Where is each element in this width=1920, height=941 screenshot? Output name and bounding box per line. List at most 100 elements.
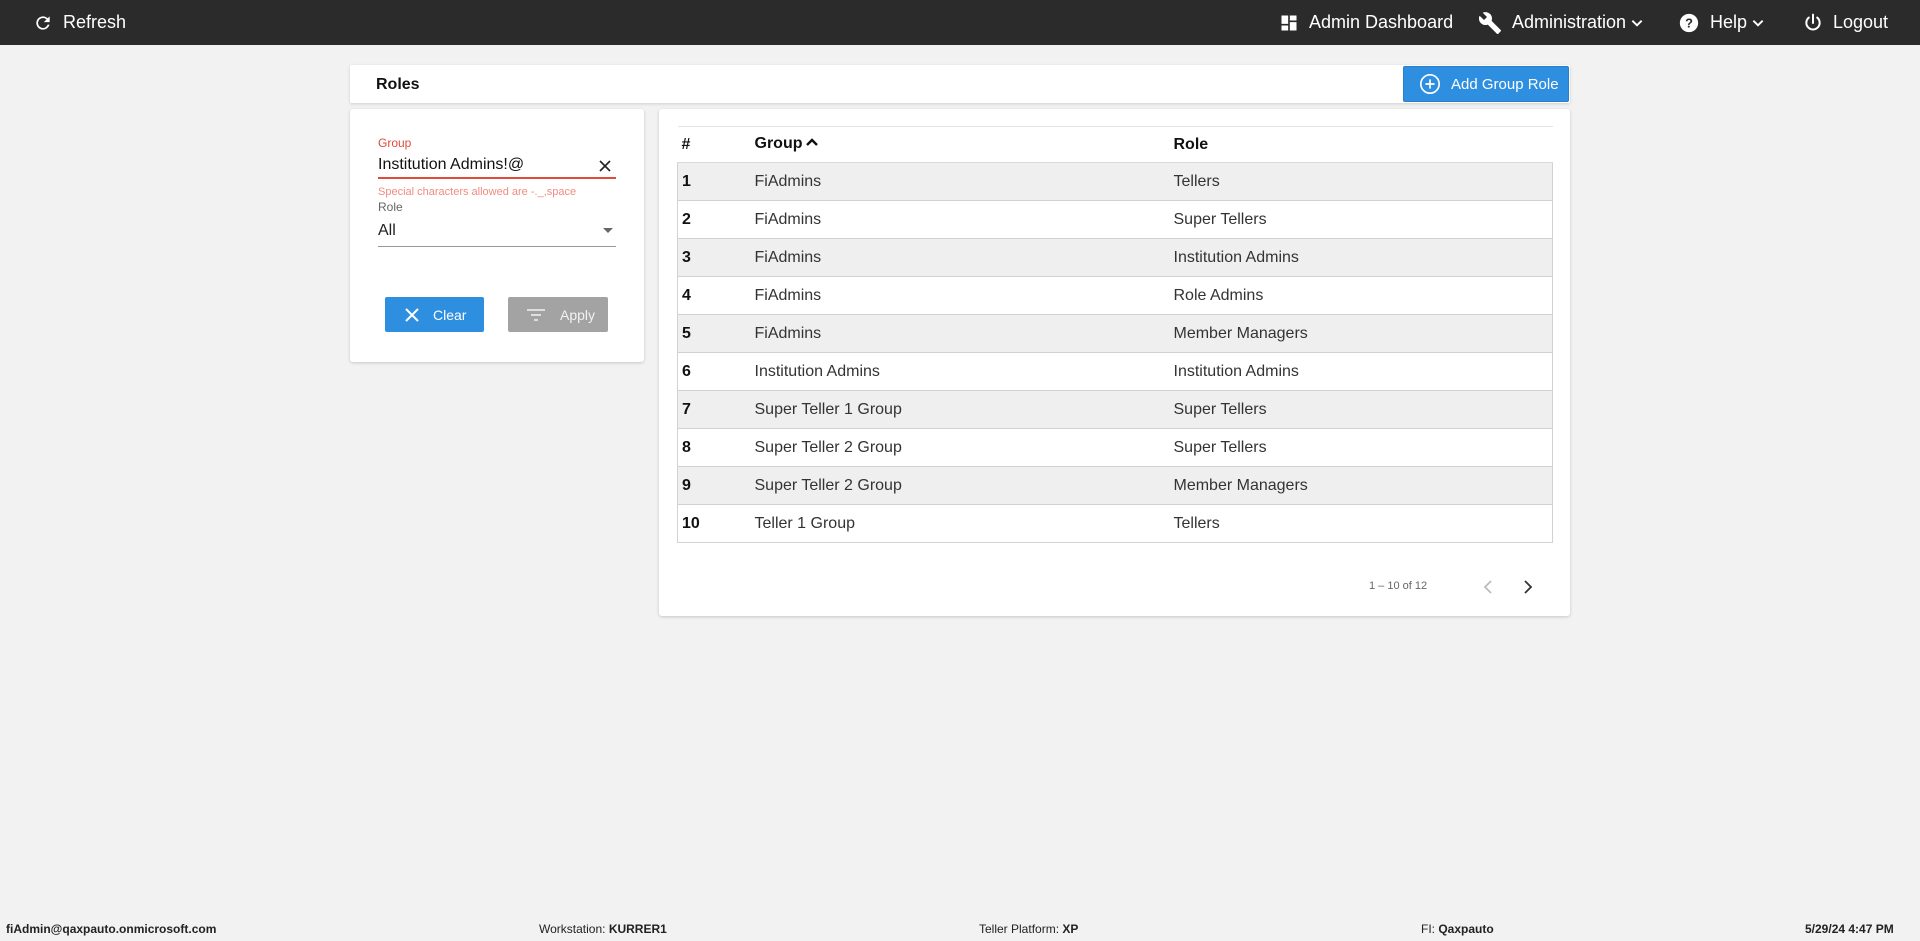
cell-number: 5 xyxy=(677,314,755,353)
chevron-down-icon xyxy=(1751,16,1765,30)
chevron-left-icon xyxy=(1483,579,1493,599)
table-row[interactable]: 4 FiAdmins Role Admins xyxy=(677,276,1553,315)
cell-group: Super Teller 1 Group xyxy=(754,390,1174,429)
roles-table-card: # Group Role 1 FiAdmins Tellers 2 FiAdmins S… xyxy=(659,109,1570,616)
column-header-group[interactable]: Group xyxy=(754,126,1174,163)
administration-label: Administration xyxy=(1512,12,1627,32)
cell-group: FiAdmins xyxy=(754,162,1174,201)
administration-menu[interactable]: Administration xyxy=(1478,0,1644,45)
workstation-label: Workstation: xyxy=(539,922,606,936)
svg-text:?: ? xyxy=(1685,15,1693,30)
cell-role: Institution Admins xyxy=(1173,238,1553,277)
pagination-range: 1 – 10 of 12 xyxy=(1369,580,1428,592)
platform-value: XP xyxy=(1062,922,1079,936)
column-header-group-label: Group xyxy=(754,135,803,153)
cell-role: Member Managers xyxy=(1173,466,1553,505)
status-platform: Teller Platform: XP xyxy=(979,922,1078,936)
next-page-button[interactable] xyxy=(1518,579,1538,599)
cell-role: Tellers xyxy=(1173,162,1553,201)
cell-group: Teller 1 Group xyxy=(754,504,1174,543)
status-user: fiAdmin@qaxpauto.onmicrosoft.com xyxy=(6,922,217,936)
close-icon[interactable] xyxy=(596,157,614,175)
fi-label: FI: xyxy=(1421,922,1435,936)
workstation-value: KURRER1 xyxy=(608,922,667,936)
refresh-button[interactable]: Refresh xyxy=(33,0,126,45)
group-validation-hint: Special characters allowed are -._,space xyxy=(378,186,577,198)
logout-button[interactable]: Logout xyxy=(1803,0,1888,45)
status-workstation: Workstation: KURRER1 xyxy=(539,922,667,936)
cell-group: FiAdmins xyxy=(754,200,1174,239)
add-group-role-button[interactable]: Add Group Role xyxy=(1403,66,1569,102)
table-row[interactable]: 8 Super Teller 2 Group Super Tellers xyxy=(677,428,1553,467)
cell-role: Super Tellers xyxy=(1173,428,1553,467)
apply-label: Apply xyxy=(560,306,596,323)
refresh-icon xyxy=(33,13,53,33)
table-row[interactable]: 1 FiAdmins Tellers xyxy=(677,162,1553,201)
cell-group: FiAdmins xyxy=(754,314,1174,353)
table-row[interactable]: 6 Institution Admins Institution Admins xyxy=(677,352,1553,391)
table-row[interactable]: 7 Super Teller 1 Group Super Tellers xyxy=(677,390,1553,429)
role-filter-select[interactable]: All xyxy=(378,219,616,247)
cell-number: 9 xyxy=(677,466,755,505)
admin-dashboard-label: Admin Dashboard xyxy=(1309,12,1454,32)
chevron-down-icon xyxy=(1630,16,1644,30)
top-navigation-bar: Refresh Admin Dashboard Administration ?… xyxy=(0,0,1920,45)
close-icon xyxy=(405,307,419,322)
table-row[interactable]: 5 FiAdmins Member Managers xyxy=(677,314,1553,353)
cell-role: Tellers xyxy=(1173,504,1553,543)
cell-number: 6 xyxy=(677,352,755,391)
group-filter-input[interactable] xyxy=(378,153,616,179)
cell-role: Institution Admins xyxy=(1173,352,1553,391)
status-bar: fiAdmin@qaxpauto.onmicrosoft.com Worksta… xyxy=(0,917,1920,941)
power-icon xyxy=(1803,13,1823,33)
roles-header-card: Roles xyxy=(350,65,1570,103)
filter-icon xyxy=(526,308,546,322)
cell-group: Institution Admins xyxy=(754,352,1174,391)
platform-label: Teller Platform: xyxy=(979,922,1060,936)
column-header-number: # xyxy=(677,126,755,163)
table-row[interactable]: 10 Teller 1 Group Tellers xyxy=(677,504,1553,543)
cell-group: Super Teller 2 Group xyxy=(754,466,1174,505)
status-datetime: 5/29/24 4:47 PM xyxy=(1805,922,1894,936)
cell-group: Super Teller 2 Group xyxy=(754,428,1174,467)
add-circle-icon xyxy=(1419,73,1441,95)
wrench-icon xyxy=(1478,11,1502,35)
table-header-row: # Group Role xyxy=(677,126,1553,163)
clear-label: Clear xyxy=(433,306,467,323)
help-menu[interactable]: ? Help xyxy=(1678,0,1765,45)
role-filter-value: All xyxy=(378,222,396,239)
table-row[interactable]: 9 Super Teller 2 Group Member Managers xyxy=(677,466,1553,505)
help-icon: ? xyxy=(1678,12,1700,34)
sort-up-icon xyxy=(805,135,819,153)
page-title: Roles xyxy=(376,76,420,93)
help-label: Help xyxy=(1710,12,1748,32)
cell-number: 4 xyxy=(677,276,755,315)
clear-button[interactable]: Clear xyxy=(385,297,484,332)
logout-label: Logout xyxy=(1833,12,1889,32)
previous-page-button[interactable] xyxy=(1478,579,1498,599)
fi-value: Qaxpauto xyxy=(1438,922,1494,936)
cell-group: FiAdmins xyxy=(754,238,1174,277)
add-group-role-label: Add Group Role xyxy=(1451,75,1559,93)
chevron-right-icon xyxy=(1523,579,1533,599)
cell-number: 3 xyxy=(677,238,755,277)
role-field-label: Role xyxy=(378,200,403,214)
roles-table: # Group Role 1 FiAdmins Tellers 2 FiAdmins S… xyxy=(677,126,1553,543)
group-field-label: Group xyxy=(378,136,412,150)
cell-role: Member Managers xyxy=(1173,314,1553,353)
admin-dashboard-link[interactable]: Admin Dashboard xyxy=(1279,0,1453,45)
cell-group: FiAdmins xyxy=(754,276,1174,315)
refresh-label: Refresh xyxy=(63,12,127,32)
filter-panel: Group Special characters allowed are -._… xyxy=(350,109,644,362)
dropdown-caret-icon xyxy=(603,228,613,233)
cell-number: 2 xyxy=(677,200,755,239)
cell-role: Super Tellers xyxy=(1173,200,1553,239)
cell-number: 10 xyxy=(677,504,755,543)
apply-button[interactable]: Apply xyxy=(508,297,608,332)
table-row[interactable]: 2 FiAdmins Super Tellers xyxy=(677,200,1553,239)
cell-role: Super Tellers xyxy=(1173,390,1553,429)
cell-number: 7 xyxy=(677,390,755,429)
cell-number: 8 xyxy=(677,428,755,467)
column-header-role[interactable]: Role xyxy=(1173,126,1553,163)
table-row[interactable]: 3 FiAdmins Institution Admins xyxy=(677,238,1553,277)
